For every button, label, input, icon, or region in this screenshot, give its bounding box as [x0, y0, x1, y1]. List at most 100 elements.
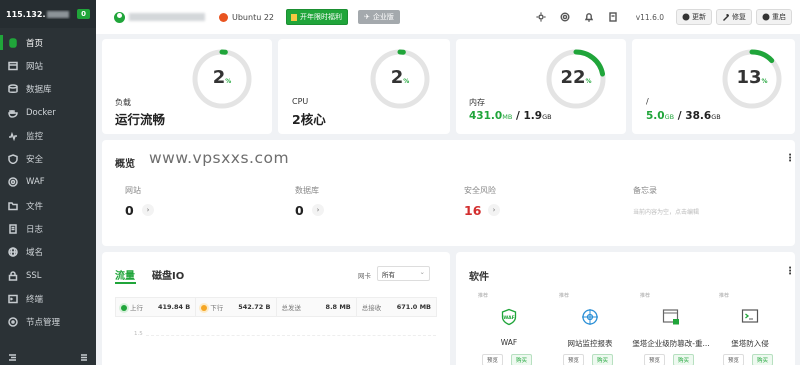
overview-label-databases: 数据库 [295, 186, 319, 195]
terminal-icon [8, 294, 18, 304]
message-count-badge[interactable]: 0 [77, 9, 90, 19]
menu-list-icon[interactable] [79, 353, 88, 362]
server-header: 115.132. 0 [0, 0, 96, 28]
sent-label: 总发送 [281, 304, 302, 312]
refresh-icon [682, 13, 690, 21]
tab-disk-io[interactable]: 磁盘IO [152, 267, 184, 282]
enterprise-button[interactable]: ✈ 企业版 [358, 10, 400, 24]
chevron-down-icon: ⌄ [419, 268, 425, 276]
folder-icon [8, 201, 18, 210]
chevron-right-icon[interactable]: › [142, 204, 154, 216]
memory-usage: 431.0MB / 1.9GB [469, 110, 552, 122]
overview-value-security-risk[interactable]: 16 [464, 203, 481, 218]
cpu-card[interactable]: 2% CPU 2核心 [278, 39, 450, 134]
gift-icon [291, 13, 298, 21]
disk-card[interactable]: 13% / 5.0GB / 38.6GB [632, 39, 795, 134]
overview-value-databases[interactable]: 0 [295, 203, 304, 218]
sidebar-item-files[interactable]: 文件 [0, 194, 96, 217]
tab-traffic[interactable]: 流量 [115, 267, 135, 282]
avatar[interactable] [114, 11, 125, 23]
sidebar-item-domains[interactable]: 域名 [0, 241, 96, 264]
os-name: Ubuntu 22 [232, 12, 275, 22]
preview-button[interactable]: 预览 [723, 354, 745, 365]
restart-button[interactable]: 重启 [756, 9, 792, 25]
more-menu-icon[interactable]: ⋮ [785, 154, 795, 164]
sidebar-item-docker[interactable]: Docker [0, 101, 96, 124]
more-menu-icon[interactable]: ⋮ [785, 267, 795, 277]
sidebar-item-home[interactable]: 首页 [0, 31, 96, 54]
sidebar-item-monitor[interactable]: 监控 [0, 124, 96, 147]
overview-label-websites: 网站 [125, 186, 141, 195]
load-card[interactable]: 2% 负载 运行流畅 [102, 39, 272, 134]
sidebar-item-websites[interactable]: 网站 [0, 54, 96, 77]
sidebar-item-security[interactable]: 安全 [0, 147, 96, 170]
top-bar: Ubuntu 22 开年限时福利 ✈ 企业版 v11.6.0 更新 修复 重启 [96, 0, 800, 34]
sidebar-item-label: 节点管理 [26, 318, 61, 329]
chevron-right-icon[interactable]: › [312, 204, 324, 216]
buy-button[interactable]: 购买 [752, 354, 774, 365]
overview-title: 概览 [115, 159, 135, 170]
load-status: 运行流畅 [115, 112, 166, 127]
repair-button[interactable]: 修复 [716, 9, 752, 25]
hostname-masked [129, 13, 205, 21]
traffic-card: 流量 磁盘IO 网卡 所有 ⌄ 上行 419.84 B 下行 542.72 B 总发送… [102, 252, 450, 365]
upload-label: 上行 [130, 304, 143, 312]
promo-label: 开年限时福利 [300, 13, 343, 21]
active-tab-indicator [115, 282, 136, 284]
sidebar-item-label: WAF [26, 177, 45, 188]
sun-icon[interactable] [536, 12, 546, 22]
sidebar-item-logs[interactable]: 日志 [0, 217, 96, 240]
chart-gridline [146, 335, 436, 336]
nic-select[interactable]: 所有 ⌄ [377, 266, 430, 281]
memory-card[interactable]: 22% 内存 431.0MB / 1.9GB [456, 39, 626, 134]
download-value: 542.72 B [238, 303, 271, 311]
sent-stat: 总发送 8.8 MB [277, 298, 357, 316]
collapse-icon[interactable] [8, 353, 17, 362]
sidebar-item-terminal[interactable]: 终端 [0, 287, 96, 310]
restart-label: 重启 [772, 13, 786, 21]
chevron-right-icon[interactable]: › [488, 204, 500, 216]
sidebar-menu: 首页 网站 数据库 Docker 监控 安全 WAF 文件 日志 域名 SSL … [0, 28, 96, 334]
power-icon [762, 13, 770, 21]
support-icon[interactable] [560, 12, 570, 22]
cpu-label: CPU [292, 97, 309, 106]
tamper-proof-icon [662, 309, 679, 325]
update-button[interactable]: 更新 [676, 9, 712, 25]
software-item-waf[interactable]: 推荐 WAF WAF 预览 购买 [478, 292, 558, 365]
disk-usage: 5.0GB / 38.6GB [646, 110, 721, 122]
software-name: 堡塔企业级防篡改-重... [632, 339, 710, 348]
svg-text:WAF: WAF [503, 315, 514, 321]
sidebar-item-nodes[interactable]: 节点管理 [0, 311, 96, 334]
log-icon [9, 224, 17, 234]
sidebar-item-waf[interactable]: WAF [0, 171, 96, 194]
preview-button[interactable]: 预览 [644, 354, 666, 365]
preview-button[interactable]: 预览 [563, 354, 585, 365]
sidebar-item-database[interactable]: 数据库 [0, 78, 96, 101]
monitor-report-icon [582, 309, 598, 325]
bell-icon[interactable] [584, 12, 594, 22]
memo-placeholder[interactable]: 当前内容为空，点击编辑 [633, 207, 699, 216]
software-item-site-monitor[interactable]: 推荐 网站监控报表 预览 购买 [559, 292, 639, 365]
software-item-intrusion[interactable]: 推荐 堡塔防入侵 预览 购买 [719, 292, 799, 365]
buy-button[interactable]: 购买 [673, 354, 695, 365]
sidebar-item-label: 数据库 [26, 85, 52, 96]
sidebar-item-label: 安全 [26, 155, 44, 166]
buy-button[interactable]: 购买 [511, 354, 533, 365]
traffic-summary: 上行 419.84 B 下行 542.72 B 总发送 8.8 MB 总接收 671.0… [115, 297, 437, 317]
preview-button[interactable]: 预览 [482, 354, 504, 365]
disk-percent: 13% [736, 67, 768, 88]
buy-button[interactable]: 购买 [592, 354, 614, 365]
notes-icon[interactable] [608, 12, 618, 22]
promo-button[interactable]: 开年限时福利 [286, 9, 349, 25]
sidebar-item-label: 监控 [26, 131, 44, 142]
overview-card: 概览 www.vpsxxs.com ⋮ 网站 0 › 数据库 0 › 安全风险 … [102, 140, 795, 246]
overview-value-websites[interactable]: 0 [125, 203, 134, 218]
received-value: 671.0 MB [396, 303, 431, 311]
memory-label: 内存 [469, 98, 485, 107]
database-icon [8, 84, 18, 94]
domain-icon [8, 247, 18, 258]
download-label: 下行 [210, 304, 224, 312]
software-item-tamper-proof[interactable]: 推荐 堡塔企业级防篡改-重... 预览 购买 [632, 292, 720, 365]
sidebar-footer [8, 353, 88, 362]
sidebar-item-ssl[interactable]: SSL [0, 264, 96, 287]
